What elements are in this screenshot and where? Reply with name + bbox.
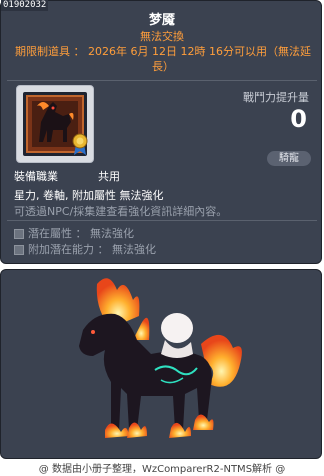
expiration-text: 期限制道具 ： 2026年 6月 12日 12時 16分可以用（無法延長）	[15, 45, 311, 73]
potential-line: 潛在屬性 ： 無法強化	[14, 225, 134, 241]
mount-preview-panel	[0, 269, 322, 459]
additional-potential-line: 附加潛在能力 ： 無法強化	[14, 241, 156, 257]
potential-text: 潛在屬性 ： 無法強化	[28, 227, 134, 240]
potential-icon	[14, 229, 24, 239]
item-name: 梦魇	[148, 13, 175, 28]
item-id: 01902032	[1, 0, 49, 11]
mount-badge: 騎寵	[267, 151, 311, 166]
divider	[7, 80, 317, 81]
item-icon-frame	[16, 85, 94, 163]
enhance-hint: 可透過NPC/採集建查看強化資訊詳細內容。	[14, 205, 228, 218]
rank-badge-icon	[71, 132, 89, 160]
item-tooltip: 梦魇 無法交換 期限制道具 ： 2026年 6月 12日 12時 16分可以用（…	[0, 0, 322, 264]
job-label: 裝備職業	[14, 170, 58, 183]
additional-potential-text: 附加潛在能力 ： 無法強化	[28, 243, 156, 256]
combat-power-label: 戰鬥力提升量	[243, 91, 309, 104]
combat-power-value: 0	[290, 105, 307, 133]
footer-credit: @ 数据由小册子整理，WzComparerR2-NTMS解析 @	[38, 464, 286, 475]
divider	[7, 220, 317, 221]
potential-icon	[14, 245, 24, 255]
nightmare-horse-icon	[79, 278, 242, 438]
trade-status: 無法交換	[140, 30, 184, 43]
job-value: 共用	[98, 170, 120, 183]
enhance-attributes: 星力, 卷軸, 附加屬性 無法強化	[14, 189, 164, 202]
